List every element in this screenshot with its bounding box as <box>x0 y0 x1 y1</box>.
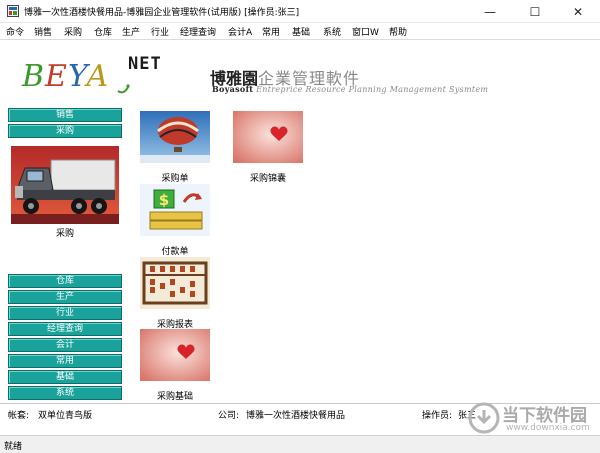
menu-purchase[interactable]: 采购 <box>64 25 82 38</box>
tile-label: 采购基础 <box>156 392 193 402</box>
sidebar-item-industry[interactable]: 行业 <box>8 306 122 320</box>
menu-production[interactable]: 生产 <box>122 25 140 38</box>
minimize-icon: — <box>484 4 496 19</box>
heart-icon <box>233 111 303 163</box>
sidebar-item-warehouse[interactable]: 仓库 <box>8 274 122 288</box>
close-icon: ✕ <box>572 4 584 19</box>
company-label: 公司: <box>218 411 240 421</box>
operator-label: 操作员: <box>422 411 453 421</box>
dollar-money-icon: $ <box>140 184 210 236</box>
module-panel: 采购单 采购锦囊 $ 付款单 采购报表 采购基础 <box>124 106 600 402</box>
maximize-icon: ☐ <box>529 4 541 19</box>
menu-bar: 命令 销售 采购 仓库 生产 行业 经理查询 会计A 常用 基础 系统 窗口W … <box>0 23 600 40</box>
sidebar-item-accounting[interactable]: 会计 <box>8 338 122 352</box>
sidebar-panel: 采购 <box>8 142 122 274</box>
beya-logo: BEYA <box>22 59 110 94</box>
title-bar: 博雅一次性酒楼快餐用品-博雅园企业管理软件(试用版) [操作员:张三] — ☐ … <box>0 0 600 23</box>
sidebar: 销售 采购 采购 仓库 生产 行业 经理查询 会计 常用 基础 系统 <box>8 106 122 402</box>
brand-subtitle: Boyasoft Entreprice Resource Planning Ma… <box>212 84 489 94</box>
sidebar-panel-label: 采购 <box>55 229 74 239</box>
sidebar-item-purchase[interactable]: 采购 <box>8 124 122 138</box>
banner: BEYA NET 博雅園企業管理軟件 Boyasoft Entreprice R… <box>0 41 600 106</box>
tile-label: 采购锦囊 <box>249 174 286 184</box>
company-value: 博雅一次性酒楼快餐用品 <box>246 411 346 421</box>
bottom-status-bar: 就绪 <box>0 435 600 453</box>
watermark-url: www.downxia.com <box>506 423 590 433</box>
tile-payment[interactable]: $ 付款单 <box>137 184 213 257</box>
sidebar-item-sales[interactable]: 销售 <box>8 108 122 122</box>
tile-label: 采购单 <box>161 174 189 184</box>
net-logo: NET <box>128 54 162 74</box>
sidebar-item-common[interactable]: 常用 <box>8 354 122 368</box>
menu-common[interactable]: 常用 <box>262 25 280 38</box>
menu-industry[interactable]: 行业 <box>151 25 169 38</box>
account-value: 双单位青鸟版 <box>38 411 93 421</box>
menu-manager-query[interactable]: 经理查询 <box>180 25 216 38</box>
menu-sales[interactable]: 销售 <box>34 25 52 38</box>
abacus-icon <box>140 257 210 309</box>
close-button[interactable]: ✕ <box>556 0 600 23</box>
ready-status: 就绪 <box>4 442 23 452</box>
menu-command[interactable]: 命令 <box>6 25 24 38</box>
watermark-logo-icon <box>468 402 500 434</box>
menu-window[interactable]: 窗口W <box>352 25 379 38</box>
menu-warehouse[interactable]: 仓库 <box>94 25 112 38</box>
tile-purchase-basic[interactable]: 采购基础 <box>137 329 213 402</box>
tile-purchase-tips[interactable]: 采购锦囊 <box>230 111 306 184</box>
app-icon <box>7 5 19 17</box>
sidebar-item-manager-query[interactable]: 经理查询 <box>8 322 122 336</box>
tile-purchase-report[interactable]: 采购报表 <box>137 257 213 330</box>
tile-purchase-order[interactable]: 采购单 <box>137 111 213 184</box>
tile-label: 付款单 <box>161 247 189 257</box>
sidebar-item-system[interactable]: 系统 <box>8 386 122 400</box>
svg-text:$: $ <box>159 191 169 209</box>
menu-system[interactable]: 系统 <box>323 25 341 38</box>
minimize-button[interactable]: — <box>468 0 512 23</box>
menu-help[interactable]: 帮助 <box>389 25 407 38</box>
menu-basic[interactable]: 基础 <box>292 25 310 38</box>
menu-accounting[interactable]: 会计A <box>228 25 252 38</box>
window-title: 博雅一次性酒楼快餐用品-博雅园企业管理软件(试用版) [操作员:张三] <box>24 8 300 18</box>
heart-icon <box>140 329 210 381</box>
account-label: 帐套: <box>8 411 30 421</box>
truck-icon[interactable] <box>11 146 119 224</box>
sidebar-item-basic[interactable]: 基础 <box>8 370 122 384</box>
maximize-button[interactable]: ☐ <box>513 0 557 23</box>
balloon-icon <box>140 111 210 163</box>
swirl-icon <box>117 84 130 94</box>
sidebar-item-production[interactable]: 生产 <box>8 290 122 304</box>
